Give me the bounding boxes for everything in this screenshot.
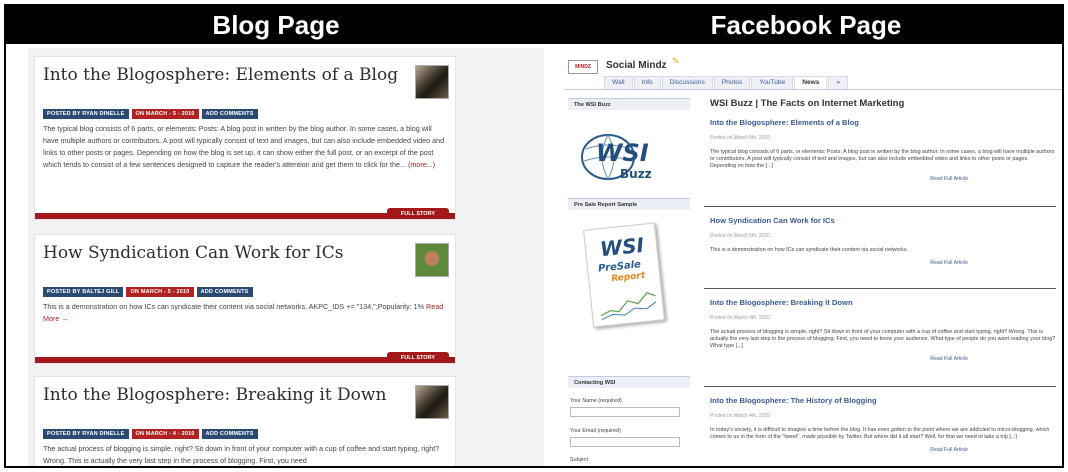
blog-page-panel: Into the Blogosphere: Elements of a Blog…: [28, 48, 544, 466]
news-item-title[interactable]: Into the Blogosphere: Breaking it Down: [710, 298, 1056, 307]
name-field[interactable]: [570, 407, 680, 417]
news-item-title[interactable]: How Syndication Can Work for ICs: [710, 216, 1056, 225]
add-comments-tag[interactable]: ADD COMMENTS: [201, 429, 258, 439]
tab-more[interactable]: »: [828, 76, 849, 90]
author-avatar: [415, 385, 449, 419]
facebook-main-column: WSI Buzz | The Facts on Internet Marketi…: [704, 98, 1060, 466]
blog-post: Into the Blogosphere: Breaking it Down P…: [34, 376, 456, 466]
subject-field[interactable]: [570, 466, 680, 468]
author-avatar: [415, 65, 449, 99]
author-tag[interactable]: POSTED BY RYAN DINELLE: [43, 109, 129, 119]
buzz-box-header: The WSI Buzz: [568, 98, 690, 110]
contact-box-header: Contacting WSI: [568, 376, 690, 388]
facebook-page-top: MINDZ Social Mindz ✎ Wall Info Discussio…: [564, 48, 1062, 94]
news-item-date: Posted on March 4th, 2010: [710, 315, 771, 321]
facebook-sidebar: The WSI Buzz WSI Buzz Pre Sale Report Sa…: [568, 98, 690, 468]
blog-page-header: Blog Page: [6, 6, 546, 44]
tab-discussions[interactable]: Discussions: [661, 76, 713, 90]
presale-report-cover[interactable]: WSI PreSale Report: [583, 222, 665, 328]
news-item-title[interactable]: Into the Blogosphere: Elements of a Blog: [710, 118, 1056, 127]
comparison-frame: Blog Page Facebook Page Into the Blogosp…: [4, 4, 1064, 468]
news-divider: [704, 288, 1056, 289]
news-item: Into the Blogosphere: Elements of a Blog…: [710, 118, 1056, 182]
blog-post-title[interactable]: How Syndication Can Work for ICs: [43, 243, 343, 263]
more-link[interactable]: (more...): [408, 160, 435, 169]
date-tag: ON MARCH - 5 - 2010: [131, 109, 199, 119]
blog-post-title[interactable]: Into the Blogosphere: Breaking it Down: [43, 385, 386, 405]
tab-news[interactable]: News: [794, 76, 828, 90]
blog-post-title[interactable]: Into the Blogosphere: Elements of a Blog: [43, 65, 398, 85]
news-item: How Syndication Can Work for ICs Posted …: [710, 216, 1056, 266]
news-divider: [704, 386, 1056, 387]
page-logo[interactable]: MINDZ: [568, 60, 598, 74]
name-label: Your Name (required): [570, 398, 622, 404]
full-story-button[interactable]: FULL STORY: [386, 352, 449, 363]
email-field[interactable]: [570, 437, 680, 447]
date-tag: ON MARCH - 4 - 2010: [131, 429, 199, 439]
news-item-date: Posted on March 5th, 2010: [710, 233, 771, 239]
add-comments-tag[interactable]: ADD COMMENTS: [196, 287, 253, 297]
wsi-buzz-logo[interactable]: WSI Buzz: [578, 123, 658, 193]
author-avatar: [415, 243, 449, 277]
email-label: Your Email (required): [570, 428, 621, 434]
full-story-button[interactable]: FULL STORY: [386, 208, 449, 219]
blog-post-excerpt: The actual process of blogging is simple…: [43, 444, 440, 465]
author-tag[interactable]: POSTED BY RYAN DINELLE: [43, 429, 129, 439]
blog-post: How Syndication Can Work for ICs POSTED …: [34, 234, 456, 364]
news-heading: WSI Buzz | The Facts on Internet Marketi…: [710, 98, 905, 109]
facebook-page-panel: MINDZ Social Mindz ✎ Wall Info Discussio…: [564, 48, 1062, 468]
tab-wall[interactable]: Wall: [604, 76, 633, 90]
tab-photos[interactable]: Photos: [713, 76, 751, 90]
read-full-article-link[interactable]: Read Full Article: [710, 176, 1056, 182]
pin-icon: ✎: [672, 56, 680, 66]
blog-post: Into the Blogosphere: Elements of a Blog…: [34, 56, 456, 220]
tab-info[interactable]: Info: [633, 76, 661, 90]
facebook-page-header: Facebook Page: [546, 6, 1062, 44]
news-item: Into the Blogosphere: The History of Blo…: [710, 396, 1056, 453]
page-name[interactable]: Social Mindz: [606, 60, 667, 71]
news-item-date: Posted on March 4th, 2010: [710, 413, 771, 419]
blog-post-excerpt: This is a demonstration on how ICs can s…: [43, 302, 444, 323]
tab-divider: [564, 89, 1062, 90]
news-item-date: Posted on March 5th, 2010: [710, 135, 771, 141]
presale-box-header: Pre Sale Report Sample: [568, 198, 690, 210]
add-comments-tag[interactable]: ADD COMMENTS: [201, 109, 258, 119]
news-item-excerpt: In today's society, it is difficult to i…: [710, 427, 1050, 440]
date-tag: ON MARCH - 5 - 2010: [126, 287, 194, 297]
news-item-excerpt: The actual process of blogging is simple…: [710, 329, 1056, 349]
read-full-article-link[interactable]: Read Full Article: [710, 447, 1056, 453]
author-tag[interactable]: POSTED BY BALTEJ GILL: [43, 287, 124, 297]
news-item: Into the Blogosphere: Breaking it Down P…: [710, 298, 1056, 362]
blog-post-excerpt: The typical blog consists of 6 parts, or…: [43, 124, 445, 169]
news-divider: [704, 206, 1056, 207]
subject-label: Subject: [570, 457, 588, 463]
news-item-excerpt: This is a demonstration on how ICs can s…: [710, 247, 909, 253]
page-tabs: Wall Info Discussions Photos YouTube New…: [604, 76, 849, 90]
read-full-article-link[interactable]: Read Full Article: [710, 260, 1056, 266]
news-item-title[interactable]: Into the Blogosphere: The History of Blo…: [710, 396, 1056, 405]
read-full-article-link[interactable]: Read Full Article: [710, 356, 1056, 362]
news-item-excerpt: The typical blog consists of 6 parts, or…: [710, 149, 1055, 169]
tab-youtube[interactable]: YouTube: [751, 76, 794, 90]
